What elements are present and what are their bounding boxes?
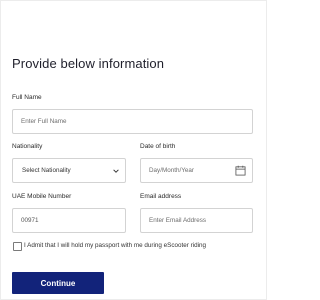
mobile-field[interactable]	[12, 208, 126, 233]
calendar-icon[interactable]	[235, 165, 246, 176]
mobile-label: UAE Mobile Number	[12, 193, 72, 200]
email-field[interactable]	[140, 208, 253, 233]
nationality-selected-value: Select Nationality	[22, 167, 71, 174]
passport-checkbox-label[interactable]: I Admit that I will hold my passport wit…	[24, 242, 206, 249]
full-name-field[interactable]	[12, 109, 253, 134]
continue-button[interactable]: Continue	[12, 272, 104, 294]
page-title: Provide below information	[12, 56, 165, 71]
nationality-label: Nationality	[12, 143, 43, 150]
date-of-birth-field[interactable]	[140, 158, 253, 183]
form-frame	[0, 0, 267, 300]
full-name-label: Full Name	[12, 94, 42, 101]
full-name-input[interactable]	[13, 110, 252, 133]
passport-checkbox[interactable]	[13, 242, 22, 251]
nationality-select[interactable]: Select Nationality	[12, 158, 126, 183]
email-label: Email address	[140, 193, 182, 200]
mobile-input[interactable]	[13, 209, 125, 232]
email-input[interactable]	[141, 209, 252, 232]
date-of-birth-label: Date of birth	[140, 143, 176, 150]
chevron-down-icon	[113, 169, 119, 173]
